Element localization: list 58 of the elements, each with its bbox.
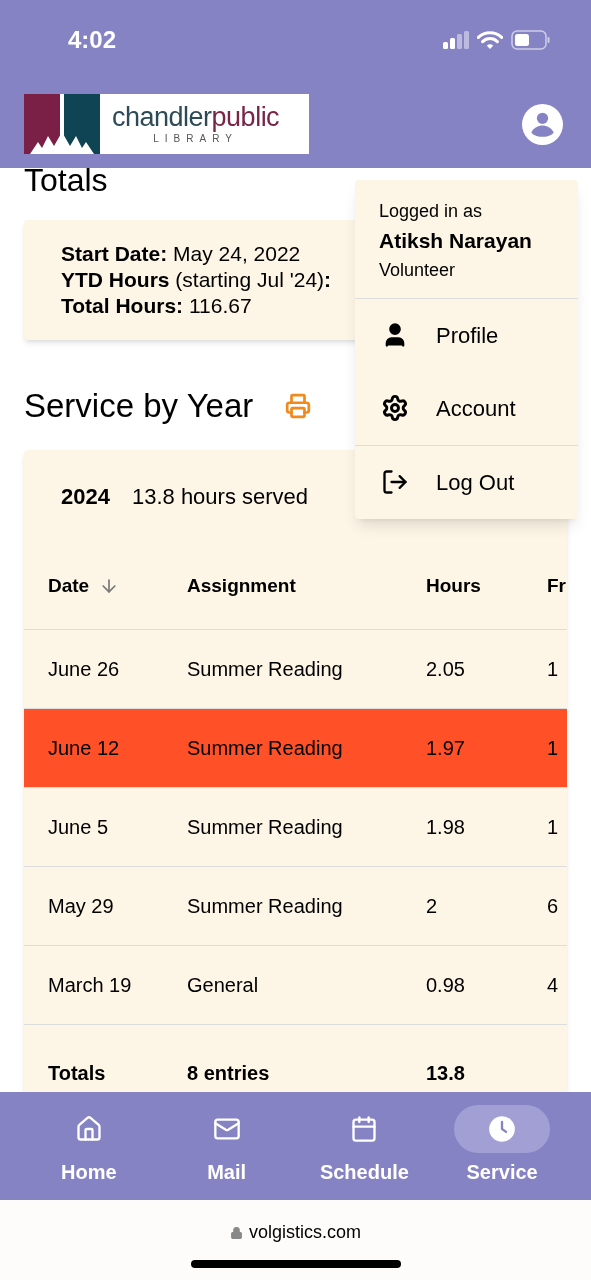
table-cell: June 5 xyxy=(48,816,109,838)
column-header[interactable]: Hours xyxy=(426,571,481,601)
table-cell: 6 xyxy=(547,895,559,917)
calendar-icon xyxy=(350,1115,379,1143)
table-cell: 1.97 xyxy=(426,737,465,759)
totals-line: YTD Hours (starting Jul '24): xyxy=(61,268,332,291)
menu-caption: Logged in as xyxy=(379,200,484,223)
year-summary: 13.8 hours served xyxy=(131,483,309,511)
wifi-icon xyxy=(477,30,503,50)
lock-icon xyxy=(230,1225,243,1240)
section-title: Totals xyxy=(24,168,109,198)
url-text[interactable]: volgistics.com xyxy=(249,1219,361,1246)
menu-item[interactable]: Account xyxy=(355,371,578,445)
totals-cell: 13.8 xyxy=(426,1062,465,1084)
table-cell: 2 xyxy=(426,895,438,917)
library-logo[interactable]: chandlerpublic LIBRARY xyxy=(24,94,309,154)
battery-icon xyxy=(511,30,551,50)
settings-icon xyxy=(381,394,409,422)
column-header[interactable]: Date xyxy=(48,571,90,601)
table-cell: 1 xyxy=(547,737,559,759)
printer-icon[interactable] xyxy=(285,393,312,419)
totals-cell: 8 entries xyxy=(187,1062,270,1084)
menu-item[interactable]: Log Out xyxy=(355,445,578,519)
table-cell: General xyxy=(187,974,259,996)
table-cell: 1 xyxy=(547,816,559,838)
table-cell: Summer Reading xyxy=(187,658,343,680)
totals-cell: Totals xyxy=(48,1062,106,1084)
status-time: 4:02 xyxy=(68,25,117,55)
table-cell: May 29 xyxy=(48,895,114,917)
table-cell: March 19 xyxy=(48,974,132,996)
totals-line: Start Date: May 24, 2022 xyxy=(61,242,301,265)
totals-line: Total Hours: 116.67 xyxy=(61,294,252,317)
logo-word: public xyxy=(211,102,280,132)
table-cell: Summer Reading xyxy=(187,895,343,917)
year-label: 2024 xyxy=(61,483,110,511)
table-cell: June 12 xyxy=(48,737,120,759)
logo-subtitle: LIBRARY xyxy=(153,134,238,144)
menu-item[interactable]: Profile xyxy=(355,298,578,372)
column-header[interactable]: Fr xyxy=(547,571,566,601)
clock-icon xyxy=(488,1115,517,1143)
section-title: Service by Year xyxy=(24,386,254,427)
logout-icon xyxy=(381,468,409,496)
table-cell: June 26 xyxy=(48,658,120,680)
signal-icon xyxy=(443,31,469,49)
table-cell: Summer Reading xyxy=(187,737,343,759)
user-name: Atiksh Narayan xyxy=(379,228,533,254)
table-cell: 4 xyxy=(547,974,559,996)
book-sun-icon xyxy=(24,94,100,154)
table-cell: 2.05 xyxy=(426,658,465,680)
table-cell: 1 xyxy=(547,658,559,680)
user-role: Volunteer xyxy=(379,258,457,282)
table-cell: 0.98 xyxy=(426,974,465,996)
table-cell: Summer Reading xyxy=(187,816,343,838)
logo-word: chandler xyxy=(112,102,212,132)
account-icon[interactable] xyxy=(522,103,563,145)
column-header[interactable]: Assignment xyxy=(187,571,296,601)
table-cell: 1.98 xyxy=(426,816,465,838)
home-icon xyxy=(74,1115,103,1143)
